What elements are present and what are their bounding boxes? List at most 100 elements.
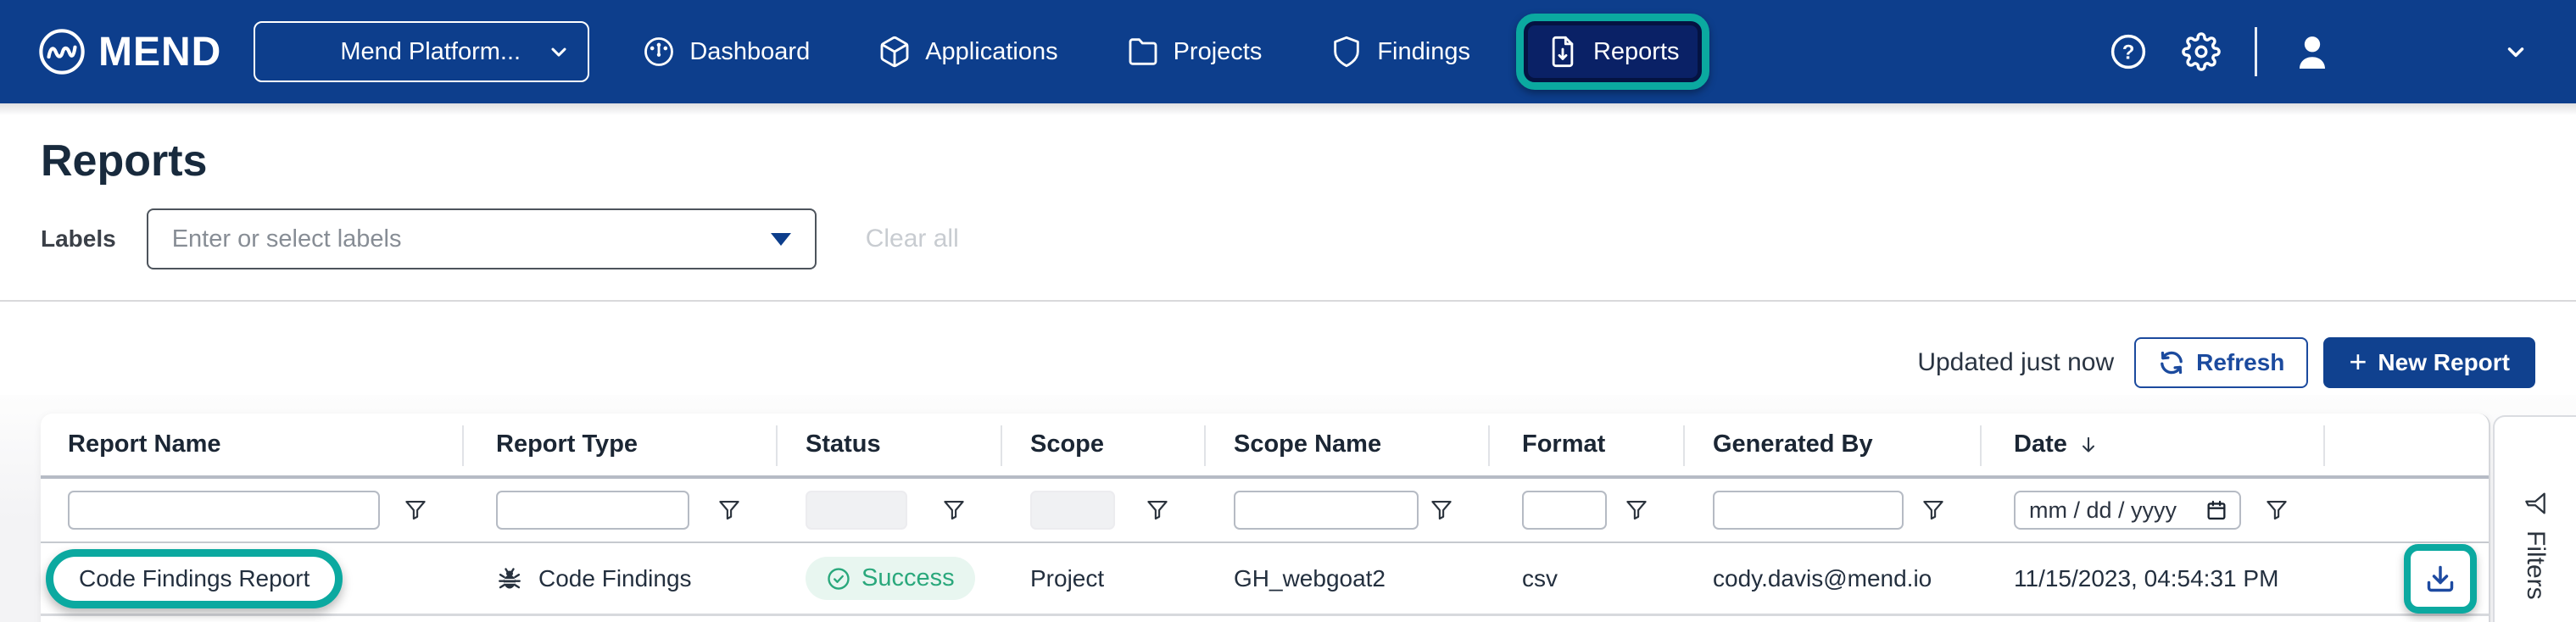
- column-header-label: Scope: [1030, 430, 1104, 458]
- report-name-filter-input[interactable]: [68, 491, 380, 530]
- nav-item-applications[interactable]: Applications: [844, 20, 1091, 83]
- column-header-format[interactable]: Format: [1488, 414, 1683, 475]
- generated-by-filter-input[interactable]: [1713, 491, 1904, 530]
- new-report-button-label: New Report: [2378, 349, 2510, 376]
- labels-caption: Labels: [41, 225, 116, 253]
- funnel-icon[interactable]: [716, 497, 742, 523]
- funnel-icon[interactable]: [1145, 497, 1170, 523]
- nav-item-dashboard[interactable]: Dashboard: [608, 20, 844, 83]
- mend-logo-text: MEND: [98, 29, 221, 75]
- column-header-generated-by[interactable]: Generated By: [1683, 414, 1980, 475]
- bug-icon: [496, 565, 523, 592]
- filter-cell-date: mm / dd / yyyy: [1980, 479, 2323, 541]
- nav-item-label: Dashboard: [689, 38, 810, 66]
- column-header-status[interactable]: Status: [776, 414, 1001, 475]
- generated-by-cell: cody.davis@mend.io: [1683, 543, 1980, 614]
- nav-item-projects[interactable]: Projects: [1092, 20, 1296, 83]
- check-circle-icon: [826, 566, 851, 591]
- cube-icon: [878, 35, 912, 69]
- mend-logo[interactable]: MEND: [37, 27, 221, 76]
- calendar-icon: [2205, 498, 2228, 522]
- refresh-icon: [2158, 349, 2185, 376]
- reports-table-card: Report Name Report Type Status Scope Sco…: [41, 414, 2490, 622]
- download-button-annotation: [2404, 544, 2477, 614]
- user-name-blurred: [2349, 28, 2488, 75]
- nav-item-reports[interactable]: Reports: [1524, 21, 1702, 82]
- filter-cell-report-name: [41, 479, 462, 541]
- funnel-icon[interactable]: [1429, 497, 1454, 523]
- report-name-value[interactable]: Code Findings Report: [79, 565, 309, 592]
- scope-name-cell: GH_webgoat2: [1204, 543, 1488, 614]
- filters-panel-toggle[interactable]: Filters: [2493, 415, 2576, 622]
- section-divider: [0, 300, 2576, 302]
- dropdown-caret-icon: [771, 233, 791, 246]
- table-filter-row: mm / dd / yyyy: [41, 479, 2489, 543]
- shield-icon: [1330, 35, 1363, 69]
- reports-table-section: Report Name Report Type Status Scope Sco…: [0, 395, 2576, 622]
- main-navigation: Dashboard Applications P: [608, 14, 1709, 90]
- mend-logo-icon: [37, 27, 86, 76]
- actions-cell: [2323, 543, 2489, 614]
- funnel-icon[interactable]: [403, 497, 428, 523]
- date-cell: 11/15/2023, 04:54:31 PM: [1980, 543, 2323, 614]
- labels-select[interactable]: [147, 208, 817, 269]
- top-navbar: MEND Mend Platform...: [0, 0, 2576, 103]
- nav-item-label: Findings: [1377, 38, 1470, 66]
- format-cell: csv: [1488, 543, 1683, 614]
- column-header-label: Report Name: [68, 430, 221, 458]
- funnel-icon: [2522, 490, 2549, 517]
- filter-cell-status: [776, 479, 1001, 541]
- navbar-right-cluster: ?: [2109, 27, 2529, 76]
- user-menu[interactable]: [2291, 28, 2529, 75]
- clear-all-link: Clear all: [866, 225, 959, 253]
- filter-cell-actions: [2323, 479, 2489, 541]
- funnel-icon[interactable]: [2264, 497, 2289, 523]
- funnel-icon[interactable]: [1624, 497, 1649, 523]
- page-title: Reports: [41, 136, 207, 186]
- date-value: 11/15/2023, 04:54:31 PM: [2014, 565, 2278, 592]
- status-filter-input: [806, 491, 907, 530]
- labels-input[interactable]: [172, 225, 771, 253]
- navbar-divider: [2255, 27, 2257, 76]
- report-type-filter-input[interactable]: [496, 491, 689, 530]
- svg-text:?: ?: [2122, 41, 2135, 64]
- filter-cell-generated-by: [1683, 479, 1980, 541]
- table-toolbar: Updated just now Refresh + New Report: [1917, 337, 2535, 388]
- column-header-label: Status: [806, 430, 881, 458]
- status-value: Success: [861, 564, 955, 592]
- column-header-date[interactable]: Date: [1980, 414, 2323, 475]
- refresh-button[interactable]: Refresh: [2134, 337, 2308, 388]
- reports-page: MEND Mend Platform...: [0, 0, 2576, 622]
- org-selector-label: Mend Platform...: [340, 38, 547, 66]
- column-header-scope[interactable]: Scope: [1001, 414, 1204, 475]
- nav-item-label: Projects: [1174, 38, 1263, 66]
- report-download-icon: [1546, 35, 1580, 69]
- chevron-down-icon: [547, 40, 571, 64]
- date-filter-input[interactable]: mm / dd / yyyy: [2014, 491, 2241, 530]
- refresh-button-label: Refresh: [2196, 349, 2284, 376]
- filters-panel-label: Filters: [2521, 530, 2550, 600]
- format-value: csv: [1522, 565, 1558, 592]
- help-icon[interactable]: ?: [2109, 32, 2148, 71]
- org-selector-dropdown[interactable]: Mend Platform...: [254, 21, 589, 82]
- download-button[interactable]: [2414, 554, 2467, 603]
- updated-status-text: Updated just now: [1917, 348, 2114, 377]
- column-header-report-name[interactable]: Report Name: [41, 414, 462, 475]
- nav-item-findings[interactable]: Findings: [1296, 20, 1504, 83]
- scope-name-filter-input[interactable]: [1234, 491, 1419, 530]
- reports-tab-annotation: Reports: [1516, 14, 1709, 90]
- chevron-down-icon: [2503, 39, 2529, 64]
- format-filter-input[interactable]: [1522, 491, 1607, 530]
- table-row[interactable]: Code Findings Report: [41, 543, 2489, 616]
- gear-icon[interactable]: [2182, 32, 2221, 71]
- column-header-label: Report Type: [496, 430, 638, 458]
- filter-cell-format: [1488, 479, 1683, 541]
- funnel-icon[interactable]: [941, 497, 967, 523]
- column-header-scope-name[interactable]: Scope Name: [1204, 414, 1488, 475]
- funnel-icon[interactable]: [1921, 497, 1946, 523]
- column-header-report-type[interactable]: Report Type: [462, 414, 776, 475]
- new-report-button[interactable]: + New Report: [2323, 337, 2535, 388]
- filter-cell-scope: [1001, 479, 1204, 541]
- filter-cell-report-type: [462, 479, 776, 541]
- date-filter-placeholder: mm / dd / yyyy: [2029, 497, 2177, 524]
